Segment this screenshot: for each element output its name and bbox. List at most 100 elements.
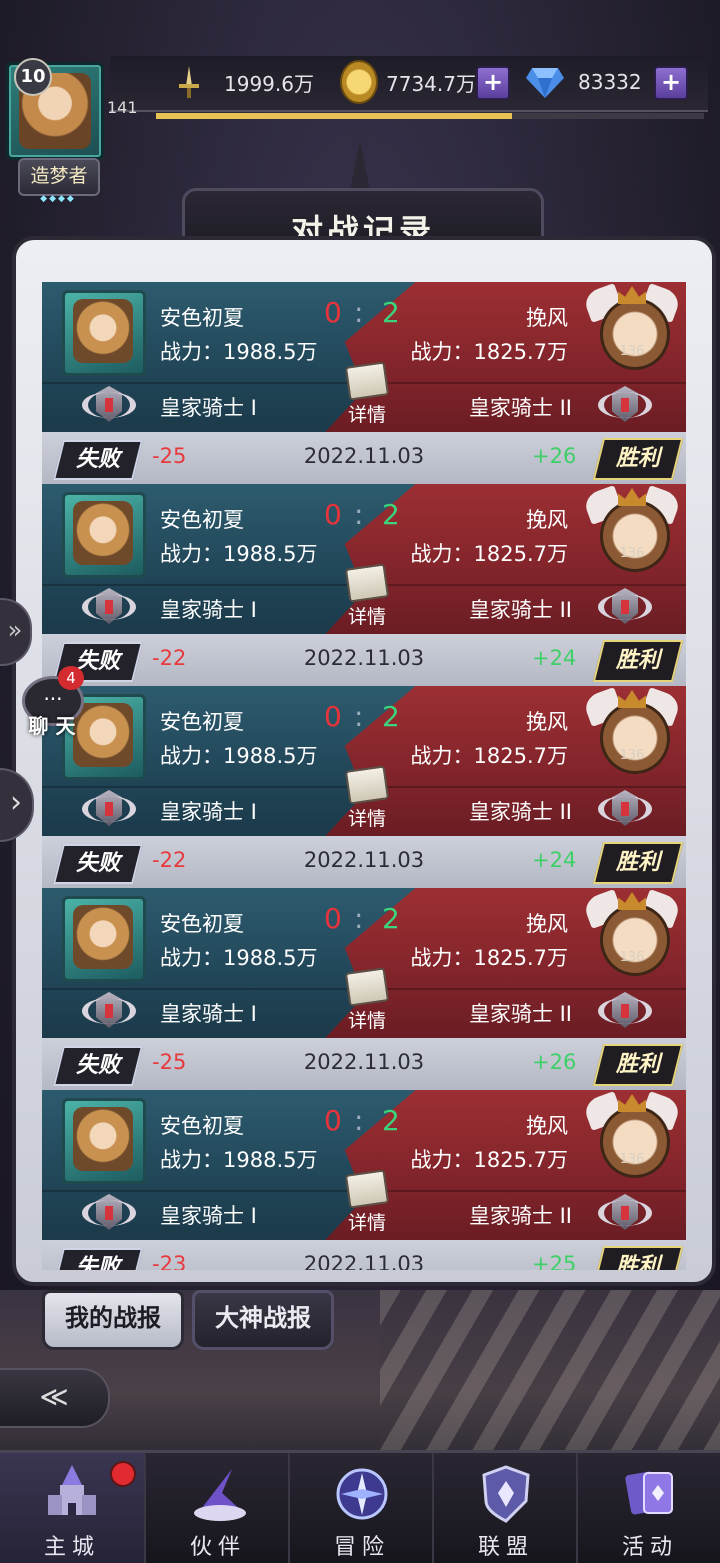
match-date: 2022.11.03 [303,444,425,468]
gem-value: 83332 [578,70,642,94]
title-badge[interactable]: 造梦者 [18,158,100,196]
player-rank-icon [82,386,136,426]
win-label: 胜利 [615,648,660,673]
opponent-name: 挽风 [526,508,568,532]
crown-icon [618,892,646,910]
gold-resource: 7734.7万 [340,60,476,104]
opponent-name: 挽风 [526,710,568,734]
details-button[interactable]: 详情 [340,361,394,426]
player-name: 安色初夏 [160,508,244,532]
nav-item-events[interactable]: 活动 [576,1453,720,1563]
diamond-icon [526,63,564,101]
xp-bar-fill [156,113,513,119]
opponent-rank: 皇家骑士 II [468,1002,572,1026]
gold-coin-icon [340,60,378,104]
opponent-avatar[interactable]: 136 [581,283,683,376]
score-separator: : [354,1104,364,1137]
battle-record[interactable]: 136 安色初夏 战力：1988.5万 0 : 2 挽风 战力：1825.7万 … [42,686,686,888]
battle-record[interactable]: 136 安色初夏 战力：1988.5万 0 : 2 挽风 战力：1825.7万 … [42,1090,686,1270]
opponent-power: 战力：1825.7万 [410,542,568,566]
xp-value: 141 [107,98,138,117]
nav-item-main-city[interactable]: 主城 [0,1453,144,1563]
opponent-rank-icon [598,790,652,830]
scroll-icon [344,967,390,1007]
title-stars: ◆◆◆◆ [40,194,76,204]
details-button[interactable]: 详情 [340,967,394,1032]
match-date: 2022.11.03 [303,1252,425,1270]
crown-icon [618,488,646,506]
player-score: 0 [324,1104,342,1137]
details-button[interactable]: 详情 [340,563,394,628]
compass-icon [332,1461,392,1527]
player-avatar[interactable] [62,1098,146,1184]
opponent-avatar[interactable]: 136 [581,1091,683,1184]
record-main: 136 安色初夏 战力：1988.5万 0 : 2 挽风 战力：1825.7万 … [42,686,686,836]
opponent-portrait [600,298,670,370]
castle-icon [42,1461,102,1527]
nav-item-alliance[interactable]: 联盟 [432,1453,578,1563]
opponent-rank-icon [598,1194,652,1234]
win-label: 胜利 [615,446,660,471]
back-button[interactable]: ≪ [0,1368,110,1428]
player-avatar[interactable] [62,290,146,376]
scroll-icon [344,1169,390,1209]
tab-master-reports[interactable]: 大神战报 [192,1290,334,1350]
opponent-score: 2 [382,296,400,329]
opponent-avatar[interactable]: 136 [581,889,683,982]
win-badge: 胜利 [592,640,684,682]
record-main: 136 安色初夏 战力：1988.5万 0 : 2 挽风 战力：1825.7万 … [42,888,686,1038]
opponent-rank-icon [598,386,652,426]
opponent-points-delta: +26 [532,444,577,468]
score-separator: : [354,296,364,329]
opponent-level: 136 [619,950,645,965]
opponent-rank-icon [598,588,652,628]
opponent-name: 挽风 [526,306,568,330]
match-date: 2022.11.03 [303,646,425,670]
record-summary: 失败 -25 2022.11.03 +26 胜利 [42,432,686,484]
battle-record[interactable]: 136 安色初夏 战力：1988.5万 0 : 2 挽风 战力：1825.7万 … [42,484,686,686]
player-avatar[interactable] [62,896,146,982]
details-label: 详情 [347,1212,386,1234]
player-score: 0 [324,902,342,935]
player-score: 0 [324,498,342,531]
details-button[interactable]: 详情 [340,1169,394,1234]
opponent-power: 战力：1825.7万 [410,1148,568,1172]
player-rank: 皇家骑士 I [160,800,257,824]
sword-icon [170,63,208,101]
chat-button[interactable]: ··· 4 聊 天 [20,666,86,740]
opponent-score: 2 [382,902,400,935]
score-separator: : [354,902,364,935]
opponent-avatar[interactable]: 136 [581,485,683,578]
player-score: 0 [324,700,342,733]
opponent-power: 战力：1825.7万 [410,946,568,970]
opponent-level: 136 [619,748,645,763]
opponent-name: 挽风 [526,912,568,936]
scroll-icon [344,765,390,805]
add-gems-button[interactable]: + [654,66,688,100]
record-main: 136 安色初夏 战力：1988.5万 0 : 2 挽风 战力：1825.7万 … [42,484,686,634]
details-button[interactable]: 详情 [340,765,394,830]
tab-my-reports[interactable]: 我的战报 [42,1290,184,1350]
opponent-avatar[interactable]: 136 [581,687,683,780]
add-gold-button[interactable]: + [476,66,510,100]
player-avatar[interactable] [62,492,146,578]
records-list[interactable]: 136 安色初夏 战力：1988.5万 0 : 2 挽风 战力：1825.7万 … [42,282,686,1270]
nav-item-adventure[interactable]: 冒险 [288,1453,434,1563]
opponent-points-delta: +25 [532,1252,577,1270]
battle-record[interactable]: 136 安色初夏 战力：1988.5万 0 : 2 挽风 战力：1825.7万 … [42,888,686,1090]
player-rank-icon [82,588,136,628]
top-bar: 10 141 造梦者 ◆◆◆◆ 1999.6万 7734.7万 + 83332 … [0,0,720,204]
record-summary: 失败 -22 2022.11.03 +24 胜利 [42,836,686,888]
nav-item-partners[interactable]: 伙伴 [144,1453,290,1563]
details-label: 详情 [347,404,386,426]
record-summary: 失败 -25 2022.11.03 +26 胜利 [42,1038,686,1090]
nav-label: 冒险 [333,1535,390,1560]
details-label: 详情 [347,606,386,628]
opponent-points-delta: +24 [532,848,577,872]
opponent-level: 136 [619,1152,645,1167]
notification-dot [110,1461,136,1487]
gem-resource: 83332 [526,62,642,102]
battle-record[interactable]: 136 安色初夏 战力：1988.5万 0 : 2 挽风 战力：1825.7万 … [42,282,686,484]
opponent-score: 2 [382,700,400,733]
nav-label: 主城 [43,1535,100,1560]
